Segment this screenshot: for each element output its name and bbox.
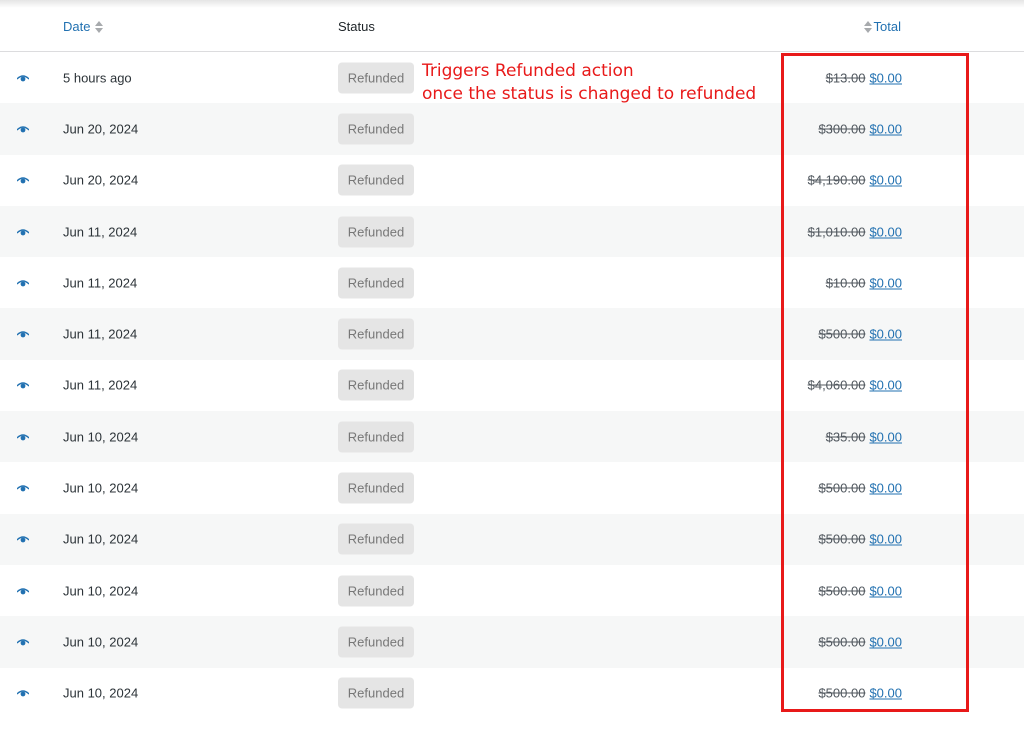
order-date: Jun 20, 2024	[63, 121, 139, 137]
order-date: Jun 11, 2024	[63, 326, 138, 342]
order-date: Jun 11, 2024	[63, 377, 138, 393]
order-date: Jun 10, 2024	[63, 634, 139, 650]
status-badge: Refunded	[338, 626, 414, 658]
order-date: Jun 10, 2024	[63, 531, 139, 547]
sort-arrows-icon	[95, 20, 104, 33]
eye-icon[interactable]	[17, 433, 29, 441]
eye-icon[interactable]	[17, 74, 29, 82]
eye-icon[interactable]	[17, 125, 29, 133]
eye-icon[interactable]	[17, 689, 29, 697]
status-badge: Refunded	[338, 369, 414, 401]
sort-by-total-link[interactable]: Total	[862, 19, 901, 34]
order-date: Jun 20, 2024	[63, 172, 139, 188]
status-badge: Refunded	[338, 472, 414, 504]
sort-by-date-link[interactable]: Date	[63, 19, 105, 34]
eye-icon[interactable]	[17, 587, 29, 595]
status-badge: Refunded	[338, 164, 414, 196]
eye-icon[interactable]	[17, 176, 29, 184]
eye-icon[interactable]	[17, 535, 29, 543]
annotation-line-2: once the status is changed to refunded	[422, 84, 757, 104]
eye-icon[interactable]	[17, 638, 29, 646]
annotation-note: Triggers Refunded action once the status…	[422, 60, 756, 106]
date-column-label: Date	[63, 19, 91, 34]
order-date: Jun 10, 2024	[63, 429, 139, 445]
top-shadow	[0, 0, 1024, 8]
order-date: Jun 10, 2024	[63, 685, 139, 701]
status-badge: Refunded	[338, 113, 414, 145]
eye-icon[interactable]	[17, 279, 29, 287]
order-date: Jun 10, 2024	[63, 583, 139, 599]
eye-icon[interactable]	[17, 381, 29, 389]
order-date: Jun 11, 2024	[63, 224, 138, 240]
status-badge: Refunded	[338, 421, 414, 453]
orders-table-page: Date Status Total 5 hours ago Refunded $13…	[0, 0, 1024, 730]
annotation-line-1: Triggers Refunded action	[422, 61, 634, 81]
status-badge: Refunded	[338, 62, 414, 94]
sort-arrows-icon	[863, 20, 872, 33]
status-column-label: Status	[338, 19, 375, 34]
eye-icon[interactable]	[17, 330, 29, 338]
status-badge: Refunded	[338, 216, 414, 248]
status-badge: Refunded	[338, 575, 414, 607]
eye-icon[interactable]	[17, 228, 29, 236]
status-badge: Refunded	[338, 267, 414, 299]
order-date: Jun 10, 2024	[63, 480, 139, 496]
status-badge: Refunded	[338, 677, 414, 709]
eye-icon[interactable]	[17, 484, 29, 492]
order-date: 5 hours ago	[63, 70, 132, 86]
order-date: Jun 11, 2024	[63, 275, 138, 291]
total-column-label: Total	[873, 19, 901, 34]
status-badge: Refunded	[338, 318, 414, 350]
status-badge: Refunded	[338, 523, 414, 555]
total-column-highlight-box	[781, 53, 969, 712]
